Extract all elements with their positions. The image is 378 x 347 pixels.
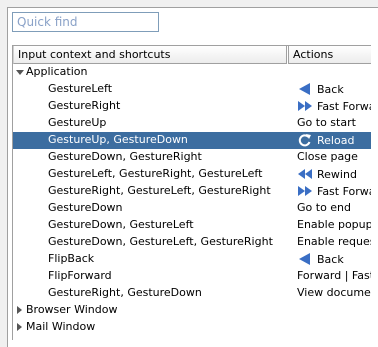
reload-icon <box>297 133 317 147</box>
shortcut-row[interactable]: FlipBack Back <box>13 251 371 268</box>
action-cell: View document <box>297 286 371 299</box>
action-cell: Back <box>297 82 344 96</box>
back-arrow-icon <box>297 82 317 96</box>
shortcut-row[interactable]: GestureRight Fast Forward <box>13 98 371 115</box>
gesture-shortcut: FlipBack <box>48 252 95 265</box>
shortcuts-tree[interactable]: Input context and shortcuts Actions Appl… <box>12 45 371 340</box>
gesture-shortcut: GestureDown <box>48 201 123 214</box>
action-cell: Enable request <box>297 235 371 248</box>
action-label: Go to start <box>297 116 356 129</box>
action-label: Enable request <box>297 235 371 248</box>
shortcut-row[interactable]: GestureDown, GestureRight Close page <box>13 149 371 166</box>
back-arrow-icon <box>297 252 317 266</box>
gesture-shortcut: GestureUp <box>48 116 107 129</box>
action-label: Fast Forward <box>317 185 371 198</box>
group-label: Application <box>26 65 88 78</box>
gesture-shortcut: GestureDown, GestureRight <box>48 150 202 163</box>
gesture-shortcut: GestureRight, GestureLeft, GestureRight <box>48 184 271 197</box>
rewind-icon <box>297 167 317 181</box>
gesture-shortcut: GestureLeft, GestureRight, GestureLeft <box>48 167 263 180</box>
gesture-shortcut: GestureLeft <box>48 82 113 95</box>
action-label: Rewind <box>317 168 357 181</box>
action-cell: Go to end <box>297 201 351 214</box>
action-label: Fast Forward <box>317 100 371 113</box>
shortcut-row[interactable]: GestureLeft Back <box>13 81 371 98</box>
tree-group-application[interactable]: Application <box>13 64 371 81</box>
fast-forward-icon <box>297 184 317 198</box>
action-label: Back <box>317 83 344 96</box>
group-label: Mail Window <box>26 320 96 333</box>
gesture-shortcut: GestureDown, GestureLeft <box>48 218 194 231</box>
shortcut-row[interactable]: GestureDown, GestureLeft, GestureRight En… <box>13 234 371 251</box>
collapsed-arrow-icon[interactable] <box>17 306 22 314</box>
action-label: Close page <box>297 150 358 163</box>
shortcut-row[interactable]: GestureDown, GestureLeft Enable popup <box>13 217 371 234</box>
collapsed-arrow-icon[interactable] <box>17 323 22 331</box>
gesture-shortcut: FlipForward <box>48 269 112 282</box>
gesture-shortcut: GestureUp, GestureDown <box>48 133 188 146</box>
gesture-shortcut: GestureRight <box>48 99 121 112</box>
action-cell: Reload <box>297 133 354 147</box>
action-label: Enable popup <box>297 218 371 231</box>
action-label: Reload <box>317 134 355 147</box>
action-cell: Back <box>297 252 344 266</box>
column-header-actions[interactable]: Actions <box>288 46 371 64</box>
tree-group-mail-window[interactable]: Mail Window <box>13 319 371 336</box>
fast-forward-icon <box>297 99 317 113</box>
shortcut-row[interactable]: GestureDown Go to end <box>13 200 371 217</box>
action-cell: Fast Forward <box>297 99 371 113</box>
shortcut-row[interactable]: GestureLeft, GestureRight, GestureLeft Re… <box>13 166 371 183</box>
action-label: Back <box>317 253 344 266</box>
action-cell: Fast Forward <box>297 184 371 198</box>
gesture-shortcut: GestureDown, GestureLeft, GestureRight <box>48 235 273 248</box>
shortcut-row[interactable]: FlipForward Forward | Fast <box>13 268 371 285</box>
action-cell: Go to start <box>297 116 356 129</box>
action-label: Forward | Fast <box>297 269 371 282</box>
action-label: Go to end <box>297 201 352 214</box>
group-label: Browser Window <box>26 303 118 316</box>
shortcut-row[interactable]: GestureRight, GestureLeft, GestureRight F… <box>13 183 371 200</box>
shortcut-row[interactable]: GestureUp, GestureDown Reload <box>13 132 371 149</box>
gesture-shortcut: GestureRight, GestureDown <box>48 286 202 299</box>
action-cell: Rewind <box>297 167 357 181</box>
tree-group-browser-window[interactable]: Browser Window <box>13 302 371 319</box>
action-cell: Close page <box>297 150 358 163</box>
column-header-context[interactable]: Input context and shortcuts <box>13 46 287 64</box>
expand-arrow-icon[interactable] <box>16 70 24 75</box>
shortcut-row[interactable]: GestureRight, GestureDown View document <box>13 285 371 302</box>
action-cell: Enable popup <box>297 218 371 231</box>
action-label: View document <box>297 286 371 299</box>
action-cell: Forward | Fast <box>297 269 371 282</box>
quick-find-input[interactable] <box>12 12 159 32</box>
shortcut-row[interactable]: GestureUp Go to start <box>13 115 371 132</box>
